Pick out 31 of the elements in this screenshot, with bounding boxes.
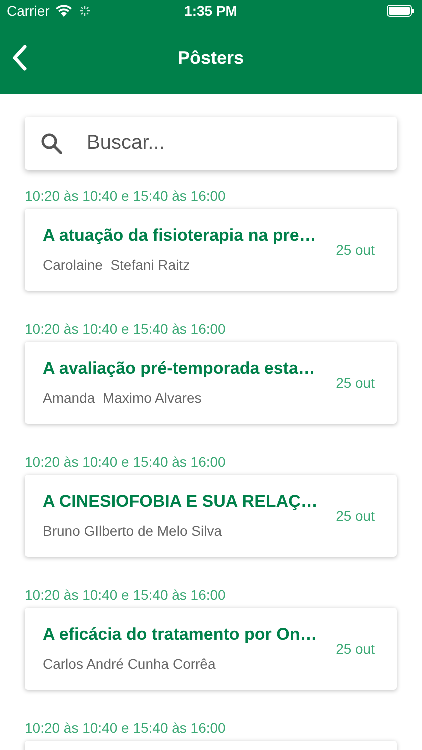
- poster-title: A CINESIOFOBIA E SUA RELAÇ…: [43, 492, 319, 512]
- back-icon: [12, 45, 28, 71]
- poster-date: 25 out: [336, 240, 375, 260]
- poster-authors: Carolaine Stefani Raitz: [43, 256, 192, 274]
- poster-title: A eficácia do tratamento por On…: [43, 625, 318, 645]
- session-time: 10:20 às 10:40 e 15:40 às 16:00: [25, 187, 227, 205]
- clock: 1:35 PM: [184, 2, 238, 20]
- poster-date: 25 out: [336, 506, 375, 526]
- poster-card[interactable]: A CINESIOFOBIA E SUA RELAÇ… Bruno GIlberto de Melo Silva 25 out: [25, 475, 397, 557]
- session-time: 10:20 às 10:40 e 15:40 às 16:00: [25, 586, 227, 604]
- wifi-icon: [56, 5, 72, 17]
- session-time: 10:20 às 10:40 e 15:40 às 16:00: [25, 320, 227, 338]
- page-title: Pôsters: [178, 46, 244, 70]
- poster-title: A atuação da fisioterapia na pre…: [43, 226, 318, 246]
- battery-icon: [387, 5, 415, 17]
- back-button[interactable]: [10, 43, 30, 73]
- poster-authors: Carlos André Cunha Corrêa: [43, 655, 217, 673]
- search-icon: [41, 133, 63, 155]
- poster-authors: Bruno GIlberto de Melo Silva: [43, 522, 223, 540]
- session-time: 10:20 às 10:40 e 15:40 às 16:00: [25, 453, 227, 471]
- loading-icon: [80, 6, 90, 16]
- poster-card[interactable]: A avaliação pré-temporada esta… Amanda Maximo Alvares 25 out: [25, 342, 397, 424]
- carrier: Carrier: [7, 2, 50, 20]
- search-field[interactable]: Buscar...: [25, 117, 397, 170]
- session-time: 10:20 às 10:40 e 15:40 às 16:00: [25, 719, 227, 737]
- poster-card[interactable]: A atuação da fisioterapia na pre… Carolaine Stefani Raitz 25 out: [25, 209, 397, 291]
- poster-date: 25 out: [336, 374, 375, 392]
- poster-card[interactable]: A eficácia do tratamento por On… Carlos André Cunha Corrêa 25 out: [25, 608, 397, 690]
- poster-authors: Amanda Maximo Alvares: [43, 389, 203, 407]
- poster-title: A avaliação pré-temporada esta…: [43, 359, 316, 379]
- poster-date: 25 out: [336, 640, 375, 658]
